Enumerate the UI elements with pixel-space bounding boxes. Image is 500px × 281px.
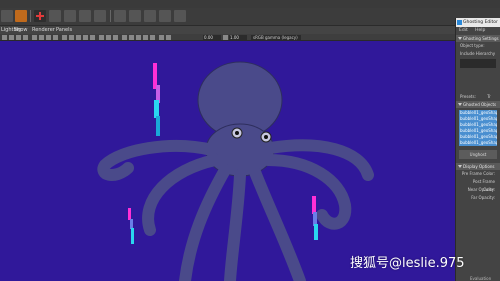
presets-label: Presets: [460, 94, 476, 99]
construction-icon[interactable] [144, 10, 156, 22]
include-hierarchy-label: Include Hierarchy [460, 51, 496, 56]
radio-group[interactable] [456, 69, 500, 93]
presets-row: Presets: Tr [456, 93, 500, 101]
shelf-separator [30, 10, 31, 22]
gate-mask-icon[interactable] [53, 35, 58, 40]
octopus-pupil [264, 135, 268, 139]
textured-icon[interactable] [76, 35, 81, 40]
ghost-trail-bottom [128, 208, 134, 244]
shelf-tool-icon[interactable] [1, 10, 13, 22]
watermark: 搜狐号@leslie.975 [350, 256, 465, 271]
isolate-icon[interactable] [122, 35, 127, 40]
xray-icon[interactable] [99, 35, 104, 40]
list-item[interactable]: bubble01_geoShape [459, 140, 497, 146]
menu-renderer[interactable]: Renderer [32, 27, 55, 33]
xray-components-icon[interactable] [113, 35, 118, 40]
section-ghosting-settings[interactable]: Ghosting Settings [456, 35, 500, 42]
octopus-tentacle [224, 169, 246, 281]
section-display-options[interactable]: Display Options [456, 163, 500, 170]
3d-viewport[interactable] [0, 41, 455, 281]
menu-show[interactable]: Show [14, 27, 28, 33]
menu-edit[interactable]: Edit [459, 28, 468, 33]
presets-value[interactable]: Tr [487, 94, 491, 99]
grid-icon[interactable] [32, 35, 37, 40]
panel-menu: Edit Help [456, 27, 500, 35]
scale-tool-icon[interactable] [49, 10, 61, 22]
near-opacity-label: Near Opacity: [467, 187, 495, 192]
smooth-shade-icon[interactable] [69, 35, 74, 40]
object-type-label: Object type: [460, 43, 485, 48]
ghosting-editor-panel: Ghosting Editor Edit Help Ghosting Setti… [455, 18, 500, 281]
lock-icon[interactable] [9, 35, 14, 40]
evaluation-label: Evaluation [470, 276, 492, 281]
ghosted-objects-list[interactable]: bubble01_geoShape bubble01_geoShape bubb… [459, 110, 497, 146]
object-type-box[interactable] [460, 59, 496, 68]
title-bar [0, 0, 500, 8]
magnet-tool-icon[interactable] [129, 10, 141, 22]
ghost-trail-left [153, 63, 160, 136]
octopus-pupil [235, 131, 239, 135]
depth-of-field-icon[interactable] [150, 35, 155, 40]
xray-joints-icon[interactable] [106, 35, 111, 40]
menu-help[interactable]: Help [475, 28, 485, 33]
scene-render [97, 61, 374, 281]
unghost-button[interactable]: Unghost [459, 150, 497, 159]
tool-shelf [0, 8, 500, 26]
menu-panels[interactable]: Panels [56, 27, 72, 33]
gamma-toggle-icon[interactable] [223, 35, 228, 40]
shadows-icon[interactable] [90, 35, 95, 40]
gamma-icon[interactable] [166, 35, 171, 40]
lights-icon[interactable] [83, 35, 88, 40]
render-view-icon[interactable] [159, 10, 171, 22]
image-plane-icon[interactable] [23, 35, 28, 40]
exposure-icon[interactable] [159, 35, 164, 40]
snap-tool-icon[interactable] [64, 10, 76, 22]
history-tool-icon[interactable] [114, 10, 126, 22]
viewport-menu-bar: Lighting Show Renderer Panels [0, 26, 455, 34]
far-opacity-label: Far Opacity: [471, 195, 495, 200]
octopus-tentacle [179, 164, 231, 281]
film-gate-icon[interactable] [39, 35, 44, 40]
bookmark-icon[interactable] [16, 35, 21, 40]
wireframe-icon[interactable] [62, 35, 67, 40]
gamma-field[interactable]: 1.00 [229, 35, 247, 40]
ghosting-editor-title: Ghosting Editor [456, 18, 500, 27]
move-tool-icon[interactable] [34, 10, 46, 22]
snap-curve-icon[interactable] [79, 10, 91, 22]
section-ghosted-objects[interactable]: Ghosted Objects [456, 101, 500, 108]
render-tool-icon[interactable] [15, 10, 27, 22]
pre-frame-color-label: Pre Frame Color: [461, 171, 495, 176]
exposure-field[interactable]: 0.00 [203, 35, 221, 40]
viewport-toolbar: 0.00 1.00 sRGB gamma (legacy) [0, 34, 455, 41]
ipr-render-icon[interactable] [174, 10, 186, 22]
camera-icon[interactable] [2, 35, 7, 40]
motion-blur-icon[interactable] [136, 35, 141, 40]
color-space-select[interactable]: sRGB gamma (legacy) [251, 35, 301, 40]
resolution-gate-icon[interactable] [46, 35, 51, 40]
ambient-occlusion-icon[interactable] [129, 35, 134, 40]
anti-alias-icon[interactable] [143, 35, 148, 40]
shelf-separator [110, 10, 111, 22]
octopus-tentacle [262, 154, 352, 230]
post-frame-color-label: Post Frame Color: [472, 179, 495, 192]
octopus-tentacle [249, 166, 306, 281]
snap-point-icon[interactable] [94, 10, 106, 22]
